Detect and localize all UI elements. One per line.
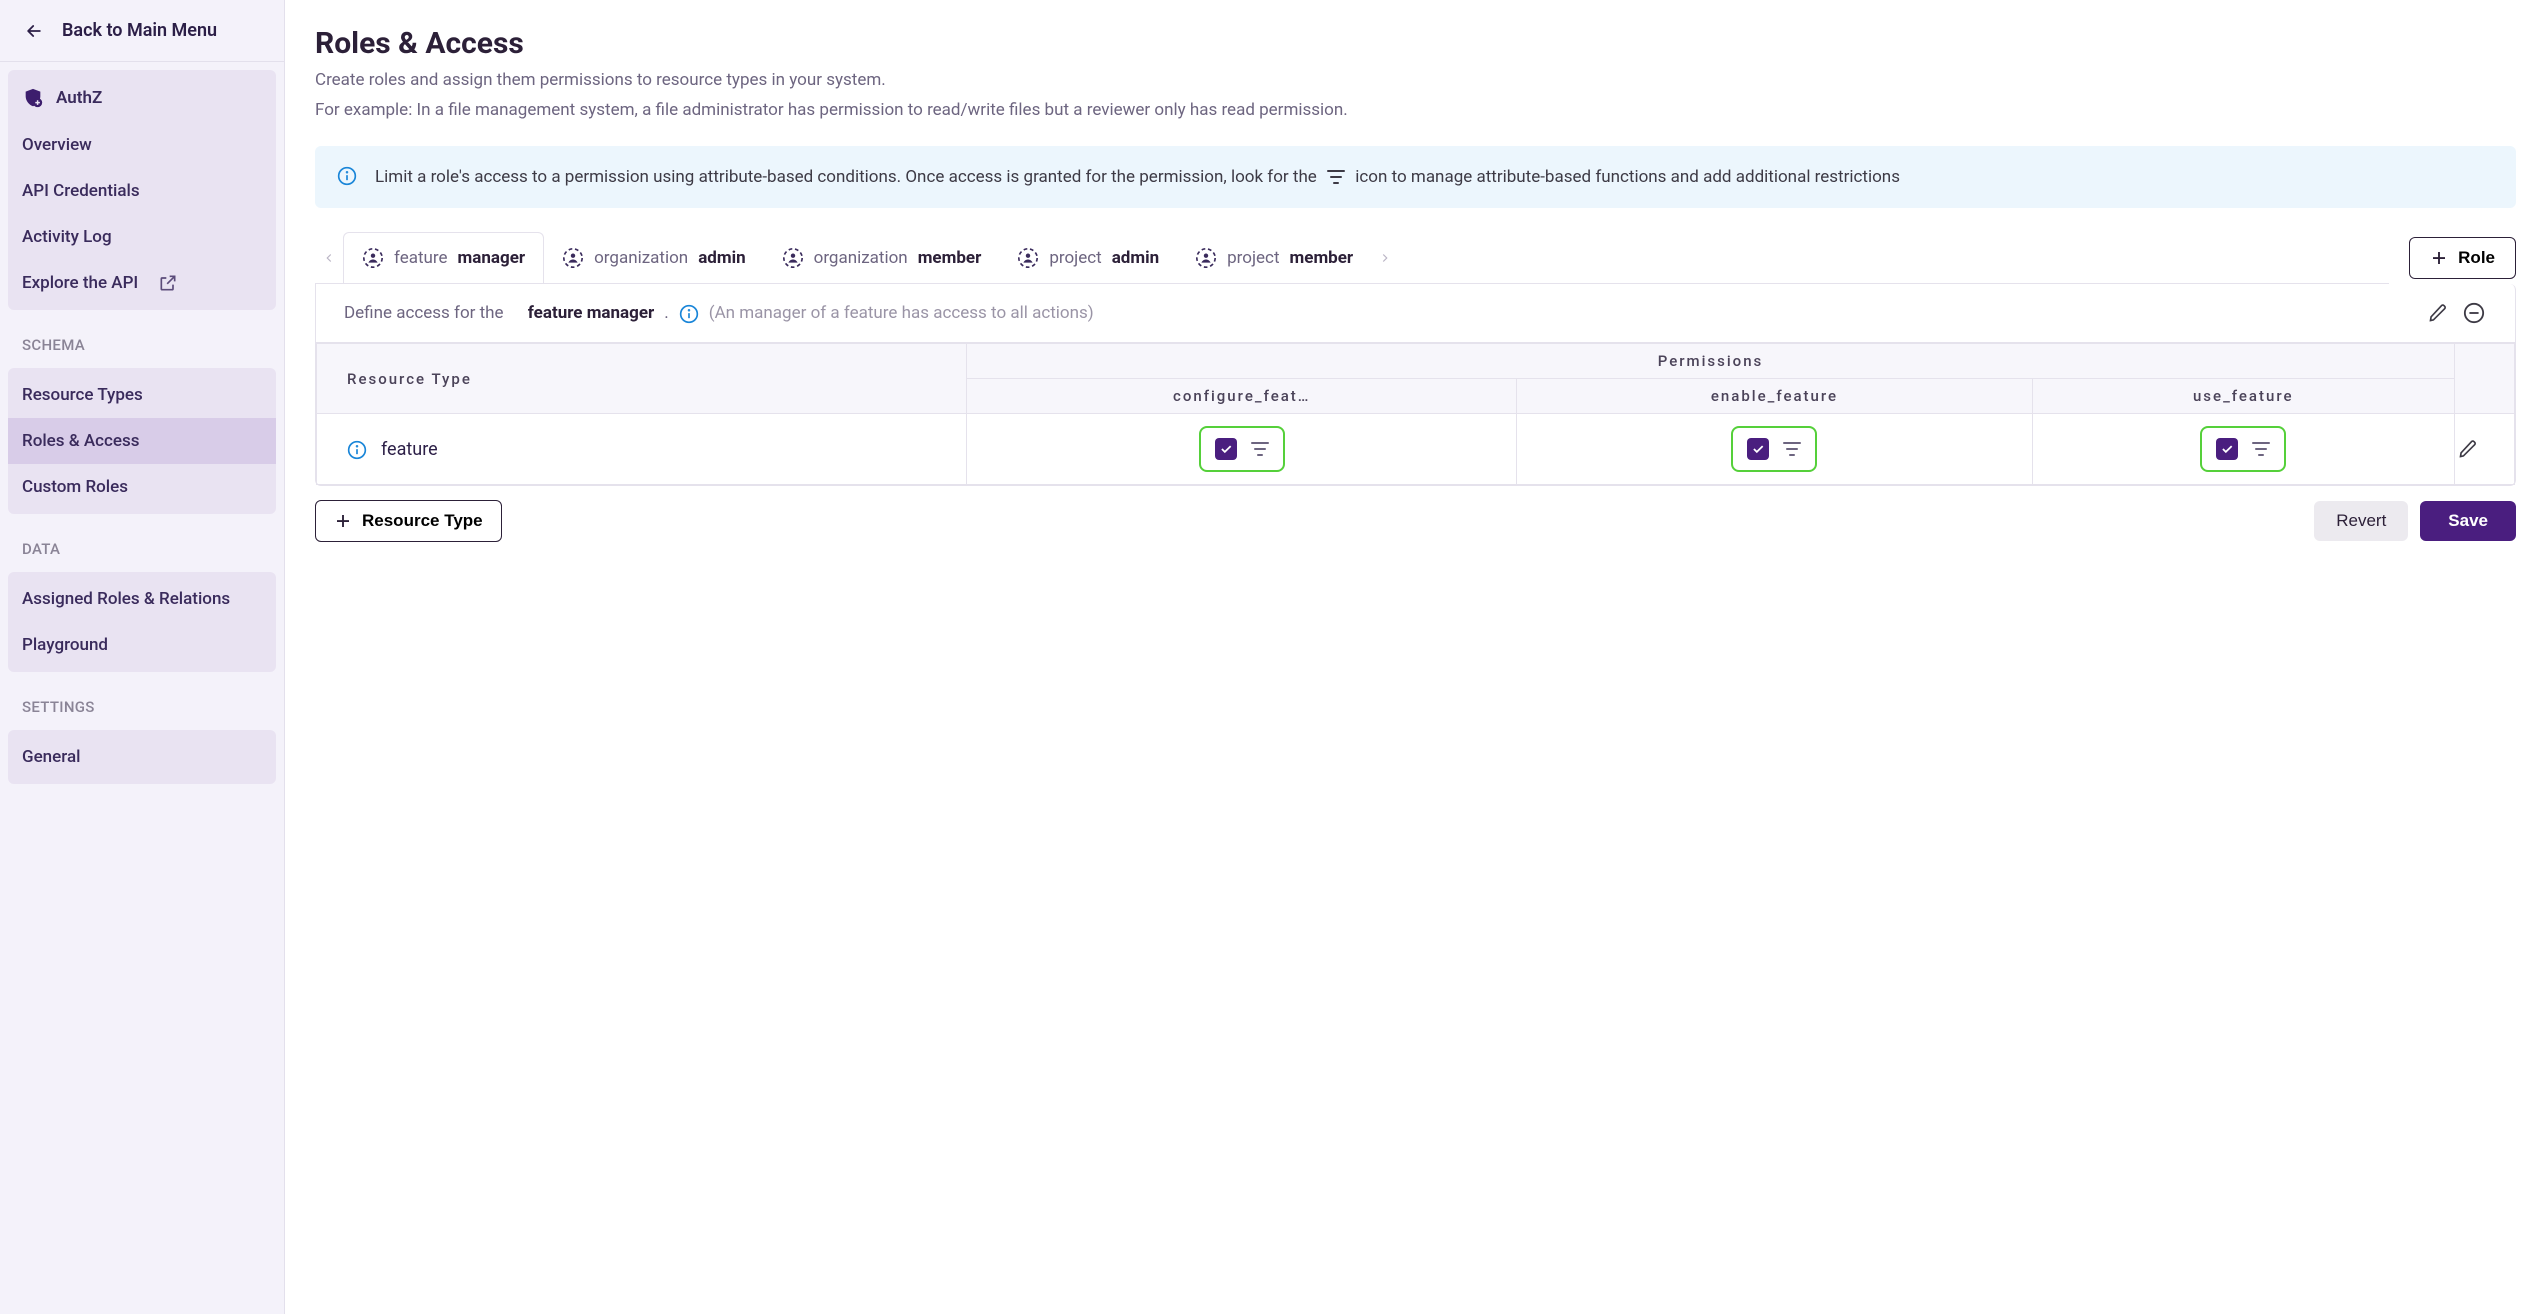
revert-button[interactable]: Revert bbox=[2314, 501, 2408, 541]
tab-role: member bbox=[918, 248, 982, 268]
tab-project-admin[interactable]: project admin bbox=[999, 232, 1177, 283]
tab-organization-member[interactable]: organization member bbox=[764, 232, 1000, 283]
tab-resource: project bbox=[1227, 248, 1279, 268]
plus-icon bbox=[334, 512, 352, 530]
sidebar-item-resource-types[interactable]: Resource Types bbox=[8, 372, 276, 418]
sidebar-item-roles-access[interactable]: Roles & Access bbox=[8, 418, 276, 464]
sidebar-item-label: Resource Types bbox=[22, 385, 143, 405]
role-description: (An manager of a feature has access to a… bbox=[709, 303, 1094, 323]
sidebar-item-general[interactable]: General bbox=[8, 734, 276, 780]
sidebar-item-explore-the-api[interactable]: Explore the API bbox=[8, 260, 276, 306]
permission-checkbox[interactable] bbox=[2216, 438, 2238, 460]
chevron-right-icon bbox=[1378, 251, 1392, 265]
sidebar-item-label: General bbox=[22, 747, 80, 767]
table-row: feature bbox=[317, 414, 2515, 485]
tabs-scroll-right[interactable] bbox=[1371, 238, 1399, 278]
tab-resource: organization bbox=[814, 248, 908, 268]
filter-icon[interactable] bbox=[2252, 442, 2270, 456]
col-permissions-group: Permissions bbox=[967, 344, 2455, 379]
sidebar-group-label: SCHEMA bbox=[0, 318, 284, 360]
sidebar-item-overview[interactable]: Overview bbox=[8, 122, 276, 168]
col-permission: enable_feature bbox=[1517, 379, 2032, 414]
sidebar-item-label: Assigned Roles & Relations bbox=[22, 589, 230, 609]
col-resource-type: Resource Type bbox=[317, 344, 967, 414]
role-name: feature manager bbox=[528, 303, 654, 323]
info-icon bbox=[337, 166, 357, 186]
tab-project-member[interactable]: project member bbox=[1177, 232, 1371, 283]
tab-resource: feature bbox=[394, 248, 448, 268]
product-label: AuthZ bbox=[56, 88, 102, 108]
add-role-button[interactable]: Role bbox=[2409, 237, 2516, 279]
sidebar-item-assigned-roles-relations[interactable]: Assigned Roles & Relations bbox=[8, 576, 276, 622]
banner-text: Limit a role's access to a permission us… bbox=[375, 164, 1900, 190]
permission-cell[interactable] bbox=[1731, 426, 1817, 472]
sidebar-group-label: SETTINGS bbox=[0, 680, 284, 722]
tab-organization-admin[interactable]: organization admin bbox=[544, 232, 764, 283]
role-icon bbox=[562, 247, 584, 269]
permission-cell[interactable] bbox=[2200, 426, 2286, 472]
back-label: Back to Main Menu bbox=[62, 20, 217, 41]
back-to-main-menu[interactable]: Back to Main Menu bbox=[0, 0, 284, 62]
page-title: Roles & Access bbox=[315, 26, 2516, 61]
permission-cell[interactable] bbox=[1199, 426, 1285, 472]
permission-checkbox[interactable] bbox=[1215, 438, 1237, 460]
sidebar-item-label: Overview bbox=[22, 135, 92, 155]
edit-role-button[interactable] bbox=[2425, 300, 2451, 326]
tab-resource: project bbox=[1049, 248, 1101, 268]
resource-name: feature bbox=[381, 439, 438, 460]
shield-plus-icon bbox=[22, 87, 44, 109]
sidebar-item-label: Custom Roles bbox=[22, 477, 128, 497]
filter-icon[interactable] bbox=[1251, 442, 1269, 456]
tab-role: admin bbox=[698, 248, 745, 268]
sidebar-item-playground[interactable]: Playground bbox=[8, 622, 276, 668]
tab-role: manager bbox=[458, 248, 526, 268]
edit-row-button[interactable] bbox=[2455, 436, 2481, 462]
pencil-icon bbox=[2428, 303, 2448, 323]
tabs-scroll-left[interactable] bbox=[315, 238, 343, 278]
minus-circle-icon bbox=[2463, 302, 2485, 324]
sidebar-product[interactable]: AuthZ bbox=[8, 74, 276, 122]
role-icon bbox=[362, 247, 384, 269]
filter-icon bbox=[1327, 170, 1345, 184]
role-icon bbox=[1195, 247, 1217, 269]
remove-role-button[interactable] bbox=[2461, 300, 2487, 326]
col-permission: configure_feat… bbox=[967, 379, 1517, 414]
sidebar-item-label: Explore the API bbox=[22, 273, 138, 293]
filter-icon[interactable] bbox=[1783, 442, 1801, 456]
tab-feature-manager[interactable]: feature manager bbox=[343, 232, 544, 284]
tab-role: member bbox=[1290, 248, 1354, 268]
sidebar-item-activity-log[interactable]: Activity Log bbox=[8, 214, 276, 260]
save-button[interactable]: Save bbox=[2420, 501, 2516, 541]
tab-role: admin bbox=[1112, 248, 1159, 268]
tab-resource: organization bbox=[594, 248, 688, 268]
sidebar-group-label: DATA bbox=[0, 522, 284, 564]
col-permission: use_feature bbox=[2032, 379, 2454, 414]
info-icon[interactable] bbox=[347, 440, 367, 460]
info-icon[interactable] bbox=[679, 304, 699, 324]
add-resource-label: Resource Type bbox=[362, 511, 483, 531]
define-prefix: Define access for the bbox=[344, 303, 504, 323]
chevron-left-icon bbox=[322, 251, 336, 265]
permission-checkbox[interactable] bbox=[1747, 438, 1769, 460]
sidebar-item-label: Activity Log bbox=[22, 227, 112, 247]
sidebar-item-label: Roles & Access bbox=[22, 431, 140, 451]
col-actions bbox=[2455, 344, 2515, 414]
sidebar-item-label: API Credentials bbox=[22, 181, 140, 201]
add-role-label: Role bbox=[2458, 248, 2495, 268]
role-icon bbox=[1017, 247, 1039, 269]
role-icon bbox=[782, 247, 804, 269]
arrow-left-icon bbox=[24, 21, 44, 41]
page-subtitle-2: For example: In a file management system… bbox=[315, 97, 2516, 123]
pencil-icon bbox=[2458, 439, 2478, 459]
sidebar-item-api-credentials[interactable]: API Credentials bbox=[8, 168, 276, 214]
info-banner: Limit a role's access to a permission us… bbox=[315, 146, 2516, 208]
sidebar-item-label: Playground bbox=[22, 635, 108, 655]
page-subtitle-1: Create roles and assign them permissions… bbox=[315, 67, 2516, 93]
add-resource-type-button[interactable]: Resource Type bbox=[315, 500, 502, 542]
sidebar-item-custom-roles[interactable]: Custom Roles bbox=[8, 464, 276, 510]
external-link-icon bbox=[158, 273, 178, 293]
plus-icon bbox=[2430, 249, 2448, 267]
